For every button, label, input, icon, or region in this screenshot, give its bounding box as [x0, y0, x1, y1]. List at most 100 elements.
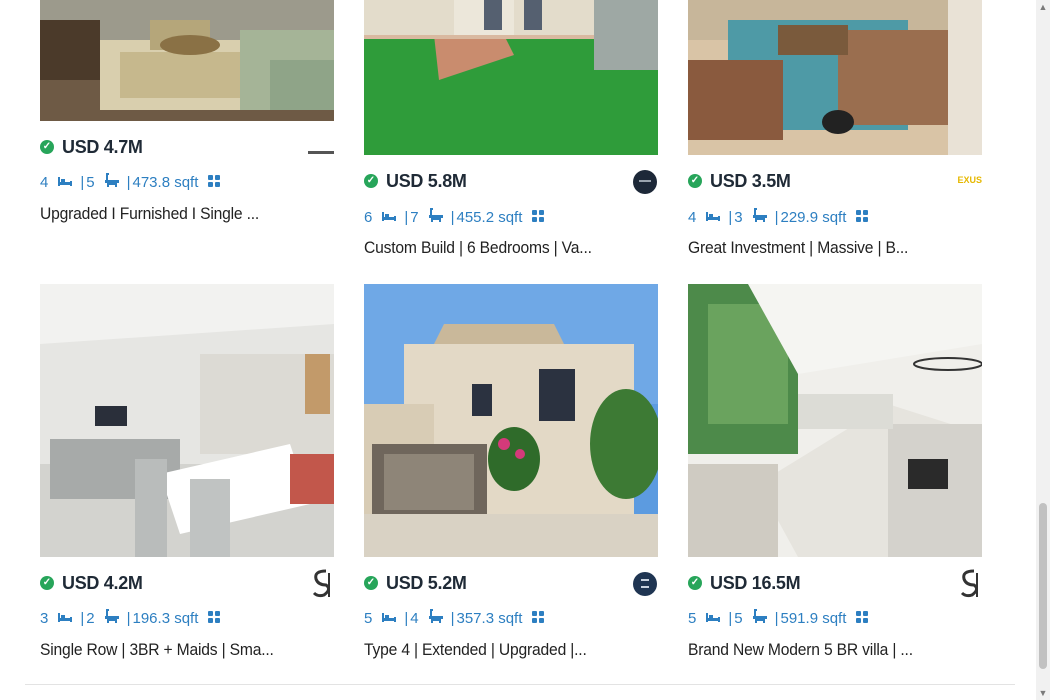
listing-card-3[interactable]: ✓ USD 3.5M EXUS 4 | 3 | 229.9 sqft Great…: [688, 0, 982, 270]
listing-photo[interactable]: [688, 0, 982, 155]
beds-count: 5: [364, 609, 373, 627]
bed-icon: [58, 610, 73, 627]
separator: |: [404, 609, 409, 627]
baths-count: 3: [734, 208, 743, 226]
beds-count: 3: [40, 609, 49, 627]
bed-icon: [706, 610, 721, 627]
agency-logo[interactable]: EXUS: [957, 175, 982, 185]
listing-specs: 5 | 4 | 357.3 sqft: [364, 608, 545, 628]
agency-logo[interactable]: [958, 567, 982, 604]
bath-icon: [104, 609, 119, 627]
beds-count: 4: [688, 208, 697, 226]
listing-title[interactable]: Brand New Modern 5 BR villa | ...: [688, 640, 913, 660]
listing-card-4[interactable]: ✓ USD 4.2M 3 | 2 | 196.3 sqft Single Row…: [40, 284, 334, 664]
bed-icon: [58, 174, 73, 191]
area: 455.2 sqft: [456, 208, 523, 226]
bath-icon: [752, 609, 767, 627]
agency-logo[interactable]: [632, 165, 658, 204]
separator: |: [774, 609, 779, 627]
listing-photo[interactable]: [40, 0, 334, 121]
grid-view-icon[interactable]: [208, 610, 221, 627]
lounge-photo: [688, 0, 982, 155]
listing-title[interactable]: Type 4 | Extended | Upgraded |...: [364, 640, 587, 660]
separator: |: [450, 609, 455, 627]
separator: |: [80, 173, 85, 191]
listing-title[interactable]: Great Investment | Massive | B...: [688, 238, 908, 258]
grid-view-icon[interactable]: [856, 610, 869, 627]
verified-check-icon: ✓: [364, 576, 378, 590]
separator: |: [126, 609, 131, 627]
area: 591.9 sqft: [780, 609, 847, 627]
listing-price: USD 5.8M: [386, 170, 467, 191]
small-text-agency-logo: [308, 151, 334, 154]
living-room-photo: [40, 0, 334, 121]
listing-specs: 4 | 3 | 229.9 sqft: [688, 207, 869, 227]
listing-title[interactable]: Upgraded I Furnished I Single ...: [40, 204, 259, 224]
villa-exterior-photo: [364, 284, 658, 557]
listing-specs: 4 | 5 | 473.8 sqft: [40, 172, 221, 192]
beds-count: 4: [40, 173, 49, 191]
vertical-scrollbar[interactable]: ▲ ▼: [1036, 0, 1050, 700]
verified-check-icon: ✓: [40, 576, 54, 590]
listing-price: USD 16.5M: [710, 572, 801, 593]
listing-price: USD 4.7M: [62, 136, 143, 157]
listing-title[interactable]: Custom Build | 6 Bedrooms | Va...: [364, 238, 592, 258]
baths-count: 5: [86, 173, 95, 191]
beds-count: 6: [364, 208, 373, 226]
separator: |: [80, 609, 85, 627]
grid-view-icon[interactable]: [532, 610, 545, 627]
separator: |: [126, 173, 131, 191]
listing-photo[interactable]: [688, 284, 982, 557]
listing-card-5[interactable]: ✓ USD 5.2M 5 | 4 | 357.3 sqft Type 4 | E…: [364, 284, 658, 664]
agency-logo[interactable]: [310, 567, 334, 604]
listing-price: USD 3.5M: [710, 170, 791, 191]
sh-monogram-logo: [960, 569, 979, 598]
baths-count: 4: [410, 609, 419, 627]
bed-icon: [382, 209, 397, 226]
baths-count: 2: [86, 609, 95, 627]
verified-check-icon: ✓: [40, 140, 54, 154]
bath-icon: [428, 208, 443, 226]
agency-logo[interactable]: [308, 143, 334, 161]
dark-circle-agency-logo: [633, 170, 657, 194]
verified-check-icon: ✓: [364, 174, 378, 188]
listing-card-2[interactable]: ✓ USD 5.8M 6 | 7 | 455.2 sqft Custom Bui…: [364, 0, 658, 270]
beds-count: 5: [688, 609, 697, 627]
listing-title[interactable]: Single Row | 3BR + Maids | Sma...: [40, 640, 274, 660]
bath-icon: [752, 208, 767, 226]
scrollbar-thumb[interactable]: [1039, 503, 1047, 669]
bed-icon: [382, 610, 397, 627]
modern-living-room-photo: [40, 284, 334, 557]
scroll-down-arrow-icon[interactable]: ▼: [1038, 688, 1048, 698]
listing-photo[interactable]: [40, 284, 334, 557]
area: 229.9 sqft: [780, 208, 847, 226]
listing-photo[interactable]: [364, 0, 658, 155]
modern-kitchen-photo: [688, 284, 982, 557]
footer-divider: [25, 684, 1015, 685]
verified-check-icon: ✓: [688, 174, 702, 188]
listing-specs: 5 | 5 | 591.9 sqft: [688, 608, 869, 628]
scroll-up-arrow-icon[interactable]: ▲: [1038, 2, 1048, 12]
area: 357.3 sqft: [456, 609, 523, 627]
listing-specs: 3 | 2 | 196.3 sqft: [40, 608, 221, 628]
area: 196.3 sqft: [132, 609, 199, 627]
listing-specs: 6 | 7 | 455.2 sqft: [364, 207, 545, 227]
baths-count: 7: [410, 208, 419, 226]
agency-logo[interactable]: [632, 567, 658, 606]
grid-view-icon[interactable]: [208, 174, 221, 191]
separator: |: [728, 609, 733, 627]
listing-price: USD 5.2M: [386, 572, 467, 593]
baths-count: 5: [734, 609, 743, 627]
listing-photo[interactable]: [364, 284, 658, 557]
listing-card-6[interactable]: ✓ USD 16.5M 5 | 5 | 591.9 sqft Brand New…: [688, 284, 982, 664]
courtyard-photo: [364, 0, 658, 155]
listing-card-1[interactable]: ✓ USD 4.7M 4 | 5 | 473.8 sqft Upgraded I…: [40, 0, 334, 240]
bath-icon: [428, 609, 443, 627]
grid-view-icon[interactable]: [856, 209, 869, 226]
grid-view-icon[interactable]: [532, 209, 545, 226]
verified-check-icon: ✓: [688, 576, 702, 590]
bed-icon: [706, 209, 721, 226]
separator: |: [404, 208, 409, 226]
separator: |: [774, 208, 779, 226]
separator: |: [450, 208, 455, 226]
